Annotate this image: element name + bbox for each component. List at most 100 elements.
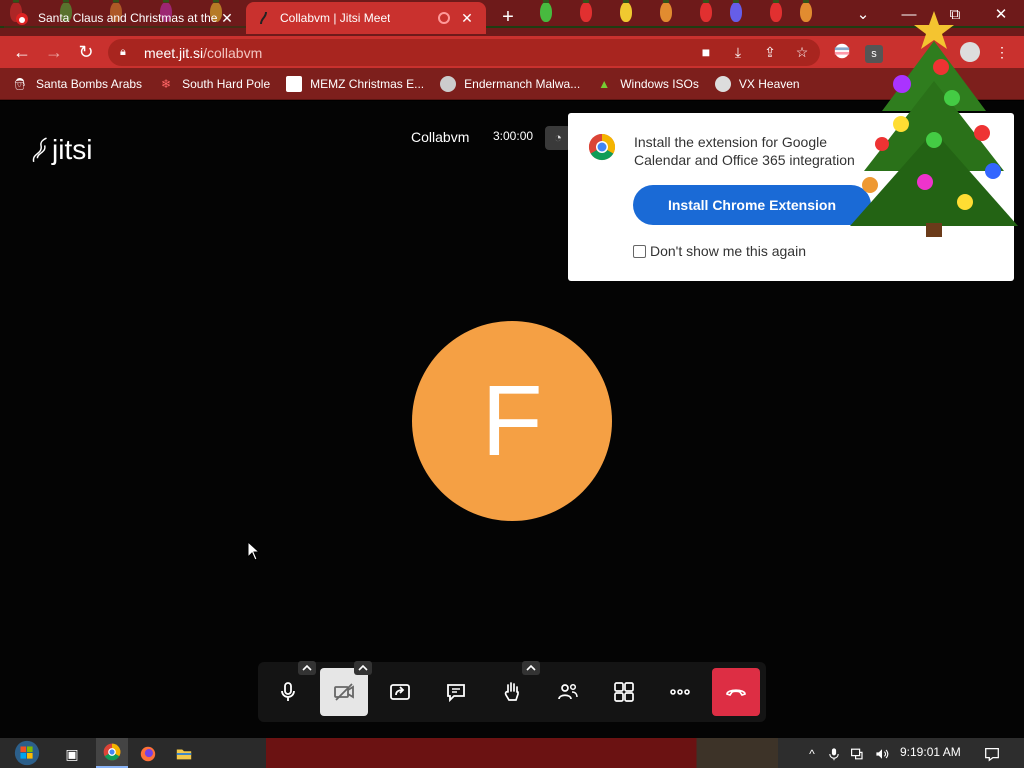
hangup-icon <box>726 689 746 697</box>
new-tab-button[interactable]: + <box>496 6 520 30</box>
firefox-icon <box>140 746 156 762</box>
light-bulb <box>580 0 592 22</box>
forward-icon[interactable]: → <box>42 40 66 64</box>
camera-off-icon <box>334 683 354 701</box>
microphone-options-caret[interactable] <box>298 661 316 675</box>
bookmark-label: Windows ISOs <box>620 76 699 91</box>
chat-button[interactable] <box>432 668 480 716</box>
url-host: meet.jit.si <box>144 44 204 61</box>
share-icon[interactable]: ⇪ <box>760 42 780 62</box>
chrome-icon <box>103 743 121 761</box>
jitsi-logo-icon <box>32 137 47 163</box>
vx-icon <box>714 75 731 92</box>
chrome-logo-icon <box>588 133 616 166</box>
bookmark-endermanch[interactable]: Endermanch Malwa... <box>440 75 581 92</box>
light-bulb <box>730 0 742 22</box>
raise-hand-button[interactable] <box>488 668 536 716</box>
camera-in-use-icon[interactable]: ■ <box>696 42 716 62</box>
camera-options-caret[interactable] <box>354 661 372 675</box>
jitsi-logo[interactable]: jitsi <box>30 134 110 166</box>
install-chrome-extension-button[interactable]: Install Chrome Extension <box>633 185 871 225</box>
camera-button[interactable] <box>320 668 368 716</box>
santa-favicon-icon <box>14 10 30 26</box>
dont-show-again-label: Don't show me this again <box>650 243 806 259</box>
install-app-icon[interactable]: ⤓ <box>728 42 748 62</box>
tab-santa-claus[interactable]: Santa Claus and Christmas at the ✕ <box>4 2 246 34</box>
more-actions-button[interactable] <box>656 668 704 716</box>
mic-tray-icon[interactable] <box>822 742 846 766</box>
bookmark-label: MEMZ Christmas E... <box>310 76 425 91</box>
bookmark-santa-bombs[interactable]: 🎅︎ Santa Bombs Arabs <box>12 76 142 92</box>
meeting-timer: 3:00:00 <box>493 129 534 143</box>
christmas-tree-icon <box>850 11 1018 237</box>
jitsi-favicon-icon <box>256 10 272 26</box>
bookmark-south-hard-pole[interactable]: ❄ South Hard Pole <box>158 76 270 92</box>
chat-icon <box>447 684 465 703</box>
tab-jitsi-meet[interactable]: Collabvm | Jitsi Meet ✕ <box>246 2 486 34</box>
tree-icon: ▲ <box>598 76 611 91</box>
light-bulb <box>770 0 782 22</box>
dont-show-again-row[interactable]: Don't show me this again <box>633 243 806 259</box>
show-hidden-icons-chevron-icon[interactable]: ^ <box>800 742 824 766</box>
bookmark-vx-heaven[interactable]: VX Heaven <box>714 75 800 92</box>
light-bulb <box>800 0 812 22</box>
bookmark-label: VX Heaven <box>738 76 800 91</box>
bookmark-label: South Hard Pole <box>182 76 271 91</box>
folder-icon <box>176 749 192 760</box>
hangup-button[interactable] <box>712 668 760 716</box>
close-tab-icon[interactable]: ✕ <box>218 10 236 27</box>
reactions-options-caret[interactable] <box>522 661 540 675</box>
raise-hand-icon <box>504 682 519 701</box>
windows-logo-icon <box>14 740 40 766</box>
url-path: /collabvm <box>203 44 263 61</box>
share-screen-icon <box>390 684 410 700</box>
dont-show-again-checkbox[interactable] <box>633 244 646 258</box>
meeting-toolbox <box>258 661 766 722</box>
raccoon-icon <box>440 75 457 92</box>
windows-taskbar: ▣ ^ 9:19:01 AM <box>0 738 1024 768</box>
participants-button[interactable] <box>544 668 592 716</box>
task-view-icon[interactable]: ▣ <box>60 742 84 766</box>
lock-icon: 🔒︎ <box>120 46 126 58</box>
bookmark-label: Santa Bombs Arabs <box>36 76 143 91</box>
chevron-up-icon <box>302 664 312 671</box>
notifications-icon[interactable] <box>980 742 1004 766</box>
santa-icon: 🎅︎ <box>12 76 28 91</box>
more-dots-icon <box>670 689 690 695</box>
participants-icon <box>558 683 578 700</box>
close-tab-icon[interactable]: ✕ <box>458 10 476 27</box>
chevron-up-icon <box>358 664 368 671</box>
back-icon[interactable]: ← <box>10 40 34 64</box>
snowflake-icon: ❄ <box>161 76 172 91</box>
reload-icon[interactable]: ↻ <box>74 40 98 64</box>
bookmark-memz-christmas[interactable]: MEMZ Christmas E... <box>286 75 425 92</box>
microphone-button[interactable] <box>264 668 312 716</box>
taskbar-chrome[interactable] <box>96 738 128 768</box>
tab-title: Collabvm | Jitsi Meet <box>280 11 391 25</box>
microphone-icon <box>281 682 295 701</box>
bookmark-windows-isos[interactable]: ▲ Windows ISOs <box>596 76 699 92</box>
light-bulb <box>700 0 712 22</box>
tab-title: Santa Claus and Christmas at the <box>38 11 218 25</box>
participant-avatar: F <box>412 321 612 521</box>
bookmark-star-icon[interactable]: ☆ <box>792 42 812 62</box>
mouse-cursor-icon <box>247 541 261 561</box>
tile-view-icon <box>614 682 634 702</box>
taskbar-clock[interactable]: 9:19:01 AM <box>900 745 961 759</box>
chevron-up-icon <box>526 664 536 671</box>
light-bulb <box>540 0 552 22</box>
share-screen-button[interactable] <box>376 668 424 716</box>
taskbar-file-explorer[interactable] <box>172 742 196 766</box>
volume-icon[interactable] <box>870 742 894 766</box>
jitsi-logo-text: jitsi <box>52 134 93 165</box>
network-icon[interactable] <box>846 742 870 766</box>
bookmark-label: Endermanch Malwa... <box>464 76 581 91</box>
start-button[interactable] <box>12 738 42 768</box>
recording-indicator-icon <box>438 12 450 24</box>
page-icon <box>286 75 303 92</box>
taskbar-firefox[interactable] <box>136 742 160 766</box>
tile-view-button[interactable] <box>600 668 648 716</box>
meeting-name: Collabvm <box>411 129 470 145</box>
light-bulb <box>620 0 632 22</box>
light-bulb <box>660 0 672 22</box>
